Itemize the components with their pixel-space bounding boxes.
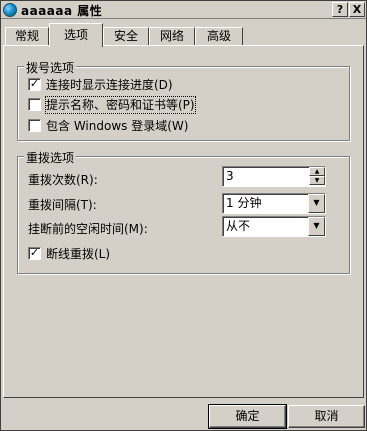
idle-time-label: 挂断前的空闲时间(M):	[28, 222, 148, 236]
redial-attempts-value: 3	[226, 169, 234, 183]
tab-networking[interactable]: 网络	[149, 27, 195, 45]
redial-attempts-label: 重拨次数(R):	[28, 173, 98, 187]
tab-security[interactable]: 安全	[103, 27, 149, 45]
dial-options-group: 拨号选项 ✓ 连接时显示连接进度(D) 提示名称、密码和证书等(P) 包含 Wi…	[17, 59, 350, 141]
redial-interval-label: 重拨间隔(T):	[28, 198, 97, 212]
tab-advanced[interactable]: 高级	[195, 27, 243, 45]
idle-time-select[interactable]: 从不 ▼	[222, 216, 326, 237]
window-title: aaaaaa 属性	[21, 4, 103, 18]
network-globe-icon	[3, 3, 17, 17]
help-button[interactable]: ?	[332, 2, 348, 17]
tab-options[interactable]: 选项	[49, 23, 103, 47]
options-tab-panel: 拨号选项 ✓ 连接时显示连接进度(D) 提示名称、密码和证书等(P) 包含 Wi…	[3, 45, 364, 398]
redial-on-disconnect-label: 断线重拨(L)	[46, 247, 111, 261]
redial-interval-select[interactable]: 1 分钟 ▼	[222, 193, 326, 214]
redial-options-legend: 重拨选项	[24, 149, 77, 166]
redial-attempts-spinner[interactable]: 3 ▲ ▼	[222, 166, 326, 187]
prompt-credentials-checkbox[interactable]	[28, 98, 41, 111]
dial-options-legend: 拨号选项	[24, 59, 77, 76]
chevron-down-icon[interactable]: ▼	[308, 194, 325, 213]
title-bar: aaaaaa 属性 ? X	[1, 1, 366, 19]
redial-options-group: 重拨选项 重拨次数(R): 3 ▲ ▼ 重拨间隔(T): 1 分钟 ▼ 挂断前的…	[17, 149, 350, 274]
cancel-button[interactable]: 取消	[288, 405, 365, 428]
spin-up-icon[interactable]: ▲	[309, 167, 325, 176]
include-domain-label: 包含 Windows 登录域(W)	[46, 119, 189, 133]
tab-general[interactable]: 常规	[5, 27, 49, 45]
show-progress-checkbox[interactable]: ✓	[28, 78, 41, 91]
ok-button[interactable]: 确定	[208, 404, 287, 429]
idle-time-value: 从不	[226, 219, 251, 233]
redial-on-disconnect-checkbox[interactable]: ✓	[28, 247, 41, 260]
properties-dialog: aaaaaa 属性 ? X 常规 选项 安全 网络 高级 拨号选项 ✓ 连接时显…	[0, 0, 367, 431]
include-domain-checkbox[interactable]	[28, 119, 41, 132]
spin-down-icon[interactable]: ▼	[309, 176, 325, 185]
prompt-credentials-label: 提示名称、密码和证书等(P)	[45, 96, 196, 114]
close-button[interactable]: X	[349, 2, 365, 17]
redial-attempts-spin-buttons[interactable]: ▲ ▼	[309, 167, 325, 186]
show-progress-label: 连接时显示连接进度(D)	[46, 78, 173, 92]
chevron-down-icon[interactable]: ▼	[308, 217, 325, 236]
redial-interval-value: 1 分钟	[226, 196, 262, 210]
